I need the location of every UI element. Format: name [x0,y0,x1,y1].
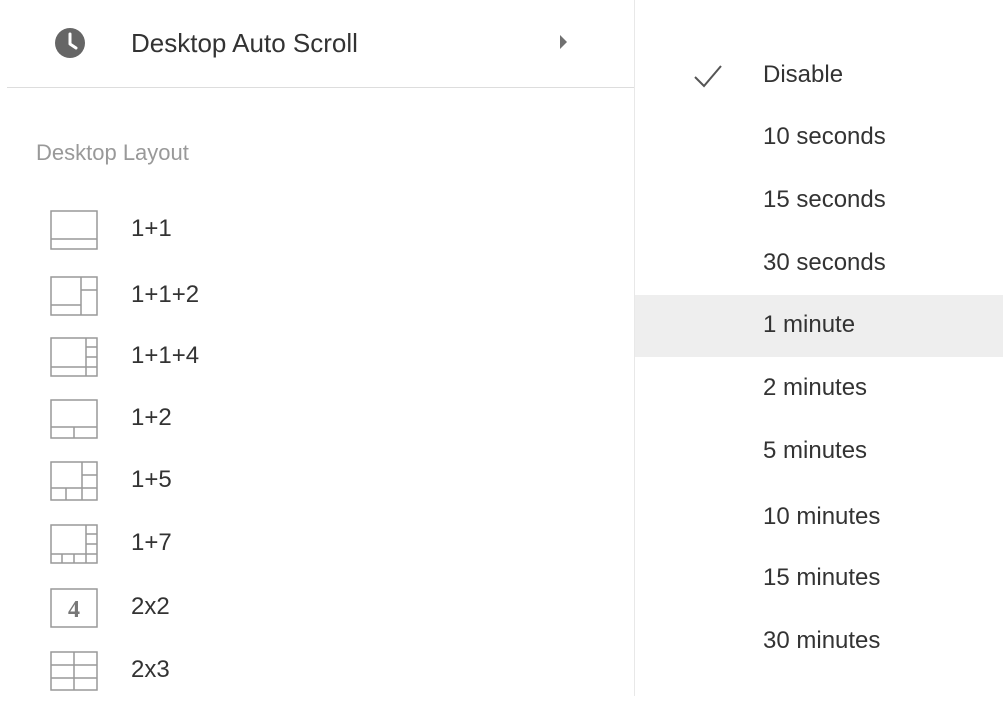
auto-scroll-option-10-minutes[interactable]: 10 minutes [635,487,1003,549]
layout-option-label: 1+1 [131,215,172,242]
layout-option-label: 1+2 [131,404,172,431]
auto-scroll-option-label: 30 minutes [763,627,881,654]
layout-option-1-7[interactable]: 1+7 [0,513,634,575]
layout-option-label: 1+1+2 [131,281,200,308]
auto-scroll-option-5-minutes[interactable]: 5 minutes [635,421,1003,483]
layout-1-1-4-icon [50,337,98,377]
layout-2x3-icon [50,651,98,691]
layout-option-1-1-2[interactable]: 1+1+2 [0,265,634,327]
auto-scroll-option-15-seconds[interactable]: 15 seconds [635,170,1003,232]
layout-option-1-2[interactable]: 1+2 [0,388,634,450]
clock-icon [55,28,85,58]
checkmark-icon [694,65,722,88]
auto-scroll-option-30-seconds[interactable]: 30 seconds [635,233,1003,295]
auto-scroll-option-label: Disable [763,61,844,88]
svg-text:4: 4 [68,597,80,623]
layout-option-2x2[interactable]: 4 2x2 [0,577,634,639]
auto-scroll-option-disable[interactable]: Disable [635,45,1003,107]
layout-option-label: 1+5 [131,466,172,493]
auto-scroll-option-2-minutes[interactable]: 2 minutes [635,358,1003,420]
auto-scroll-option-10-seconds[interactable]: 10 seconds [635,107,1003,169]
auto-scroll-option-label: 1 minute [763,311,856,338]
auto-scroll-submenu: Disable 10 seconds 15 seconds 30 seconds… [634,0,1003,696]
layout-1-1-2-icon [50,276,98,316]
settings-menu: Desktop Auto Scroll Desktop Layout 1+1 1… [0,0,634,696]
layout-1-5-icon [50,461,98,501]
auto-scroll-option-label: 15 seconds [763,186,886,213]
chevron-right-icon [560,35,567,49]
auto-scroll-option-15-minutes[interactable]: 15 minutes [635,548,1003,610]
layout-2x2-icon: 4 [50,588,98,628]
auto-scroll-option-label: 2 minutes [763,374,868,401]
auto-scroll-option-1-minute[interactable]: 1 minute [635,295,1003,357]
layout-option-1-1-4[interactable]: 1+1+4 [0,326,634,388]
desktop-auto-scroll-label: Desktop Auto Scroll [131,28,358,58]
auto-scroll-option-label: 10 seconds [763,123,886,150]
layout-option-1-5[interactable]: 1+5 [0,450,634,512]
layout-1-2-icon [50,399,98,439]
auto-scroll-option-label: 10 minutes [763,503,881,530]
auto-scroll-option-30-minutes[interactable]: 30 minutes [635,611,1003,673]
auto-scroll-option-label: 15 minutes [763,564,881,591]
layout-option-1-1[interactable]: 1+1 [0,199,634,261]
layout-option-label: 1+1+4 [131,342,200,369]
desktop-auto-scroll-item[interactable]: Desktop Auto Scroll [0,0,634,88]
auto-scroll-option-label: 30 seconds [763,249,886,276]
menu-divider [7,87,634,88]
auto-scroll-option-label: 5 minutes [763,437,868,464]
layout-1-7-icon [50,524,98,564]
layout-option-2x3[interactable]: 2x3 [0,640,634,702]
layout-1-1-icon [50,210,98,250]
desktop-layout-heading: Desktop Layout [36,140,189,165]
layout-option-label: 2x3 [131,656,170,683]
layout-option-label: 2x2 [131,593,170,620]
layout-option-label: 1+7 [131,529,172,556]
